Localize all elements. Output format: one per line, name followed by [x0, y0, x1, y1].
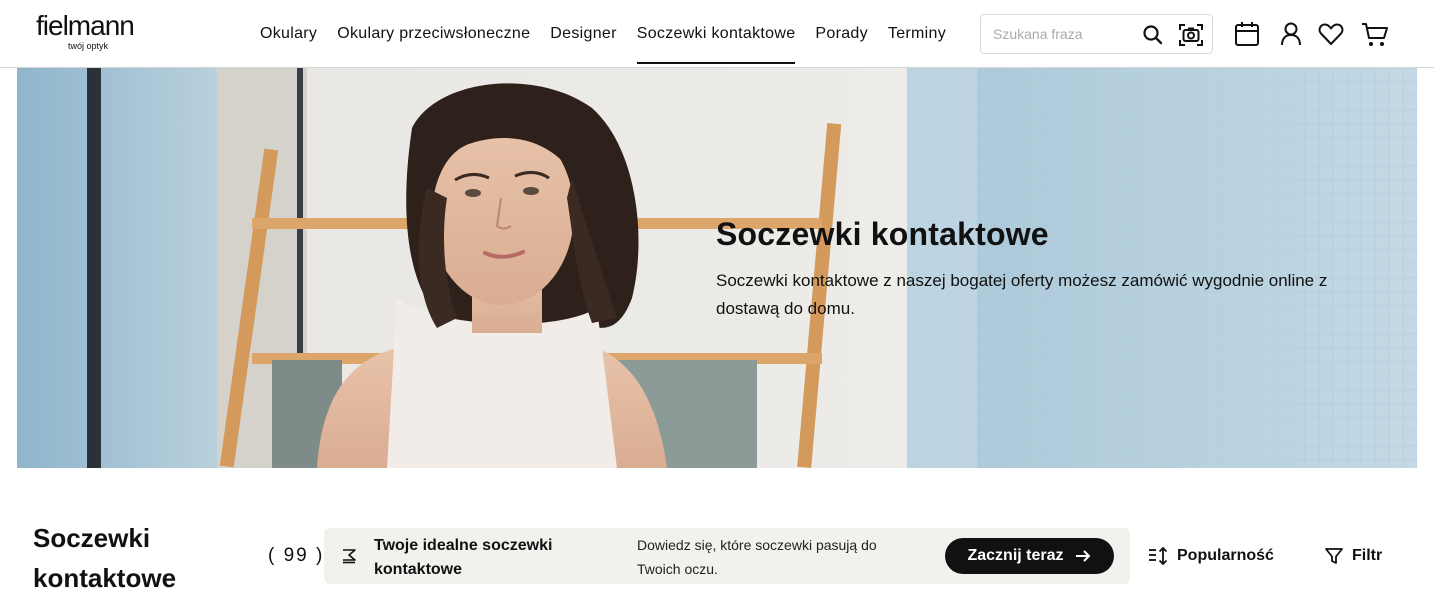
arrow-right-icon: [1075, 550, 1090, 562]
sort-label: Popularność: [1177, 547, 1274, 564]
start-now-label: Zacznij teraz: [967, 547, 1064, 564]
lens-finder-icon: [340, 547, 358, 565]
logo-tagline: twój optyk: [68, 41, 109, 51]
product-count: ( 99 ): [268, 545, 325, 566]
lens-finder-description: Dowiedz się, które soczewki pasują do Tw…: [637, 537, 877, 577]
site-header: fielmann twój optyk Okulary Okulary prze…: [0, 0, 1434, 68]
nav-item-terminy[interactable]: Terminy: [878, 0, 956, 68]
logo-wordmark: fielmann: [36, 10, 135, 41]
main-nav: Okulary Okulary przeciwsłoneczne Designe…: [250, 0, 956, 68]
filter-icon: [1325, 548, 1343, 564]
hero-banner: Soczewki kontaktowe Soczewki kontaktowe …: [17, 68, 1417, 468]
heart-icon[interactable]: [1316, 19, 1346, 49]
nav-item-okulary[interactable]: Okulary: [250, 0, 327, 68]
lens-finder-banner: Twoje idealne soczewki kontaktowe Dowied…: [324, 528, 1130, 584]
hero-title: Soczewki kontaktowe: [716, 216, 1049, 252]
listing-title: Soczewki kontaktowe: [33, 523, 177, 593]
search-box: [980, 14, 1213, 54]
calendar-icon[interactable]: [1232, 19, 1262, 49]
lens-finder-title: Twoje idealne soczewki kontaktowe: [374, 537, 553, 578]
user-icon[interactable]: [1276, 19, 1306, 49]
search-icon[interactable]: [1141, 23, 1165, 47]
nav-item-designer[interactable]: Designer: [540, 0, 626, 68]
nav-item-porady[interactable]: Porady: [805, 0, 878, 68]
search-input[interactable]: [993, 23, 1133, 45]
nav-item-okulary-przeciwsloneczne[interactable]: Okulary przeciwsłoneczne: [327, 0, 540, 68]
cart-icon[interactable]: [1360, 19, 1390, 49]
sort-icon: [1149, 546, 1168, 566]
filter-label: Filtr: [1352, 547, 1383, 564]
nav-item-soczewki-kontaktowe[interactable]: Soczewki kontaktowe: [627, 0, 806, 68]
hero-description: Soczewki kontaktowe z naszej bogatej ofe…: [716, 271, 1328, 318]
camera-search-icon[interactable]: [1177, 21, 1205, 49]
filter-button[interactable]: Filtr: [1324, 544, 1382, 568]
fielmann-logo[interactable]: fielmann twój optyk: [36, 10, 146, 54]
sort-button[interactable]: Popularność: [1147, 544, 1274, 568]
start-now-button[interactable]: Zacznij teraz: [945, 538, 1114, 574]
